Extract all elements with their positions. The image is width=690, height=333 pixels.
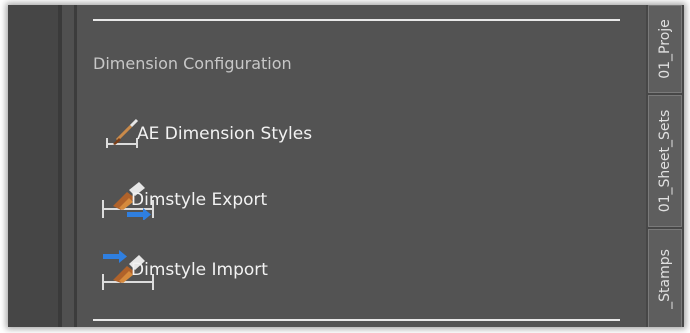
tab-label: 01_Sheet_Sets (657, 109, 673, 213)
palette-tabs: 01_Proje 01_Sheet_Sets _Stamps (646, 5, 684, 327)
section-title: Dimension Configuration (93, 54, 292, 73)
palette-content: Dimension Configuration AE Dimension Sty… (77, 5, 646, 327)
palette-scrollbar[interactable] (62, 5, 74, 327)
tool-ae-dimension-styles[interactable]: AE Dimension Styles (99, 114, 429, 154)
separator-line-bottom (93, 319, 620, 321)
tool-label: AE Dimension Styles (137, 124, 313, 144)
tool-dimstyle-export[interactable]: Dimstyle Export (99, 180, 429, 220)
tab-01-sheet-sets[interactable]: 01_Sheet_Sets (648, 95, 682, 227)
tool-palette-window: Dimension Configuration AE Dimension Sty… (8, 5, 684, 327)
tab-stamps[interactable]: _Stamps (648, 229, 682, 327)
tab-01-projects[interactable]: 01_Proje (648, 5, 682, 93)
tab-label: 01_Proje (657, 19, 673, 79)
tool-label: Dimstyle Export (131, 190, 268, 210)
tool-dimstyle-import[interactable]: Dimstyle Import (99, 250, 429, 290)
tool-label: Dimstyle Import (131, 260, 268, 280)
palette-title-bar[interactable] (8, 5, 58, 327)
tab-label: _Stamps (657, 249, 673, 309)
separator-line-top (93, 19, 620, 21)
